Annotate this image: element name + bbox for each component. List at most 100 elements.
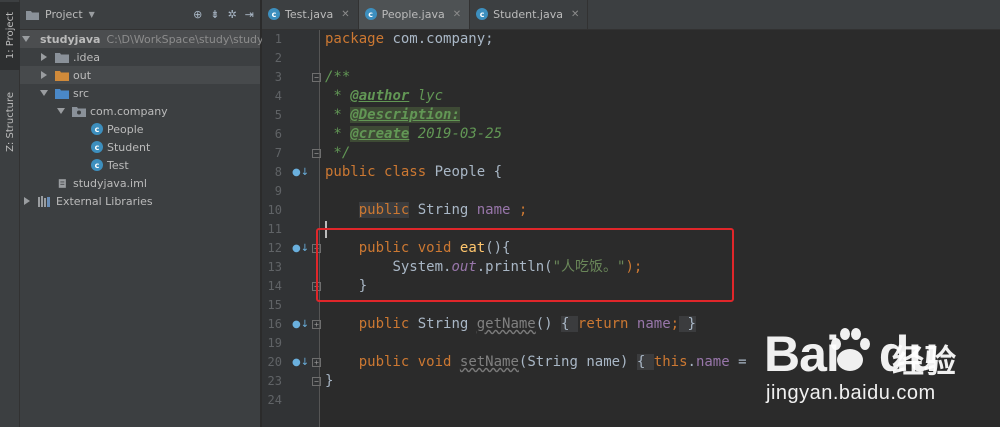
project-panel: Project ▼ ⊕ ⇟ ✲ ⇥ studyjava C:\D\WorkSpa… bbox=[20, 0, 264, 427]
tab-label: Student.java bbox=[493, 7, 563, 21]
line-number: 2 bbox=[274, 51, 282, 65]
tree-item-label: People bbox=[107, 122, 144, 136]
fold-marker-icon[interactable]: + bbox=[312, 358, 321, 367]
comment-text: * bbox=[325, 88, 351, 104]
tree-item-label: Student bbox=[107, 140, 151, 154]
expand-arrow-icon[interactable] bbox=[22, 34, 30, 44]
override-marker-icon[interactable]: ●↓ bbox=[292, 239, 309, 258]
tree-item-label: .idea bbox=[73, 50, 101, 64]
tab-label: Test.java bbox=[285, 7, 334, 21]
project-view-dropdown-icon[interactable]: ▼ bbox=[89, 10, 95, 19]
fold-marker-icon[interactable]: + bbox=[312, 320, 321, 329]
keyword: return bbox=[577, 316, 629, 332]
code-line-4: * @author lyc bbox=[325, 87, 443, 106]
tab-test-java[interactable]: c Test.java ✕ bbox=[262, 0, 359, 29]
tree-item-src[interactable]: src bbox=[20, 84, 260, 102]
watermark-jingyan: 经验 bbox=[892, 342, 957, 380]
close-icon[interactable]: ✕ bbox=[341, 9, 349, 20]
project-tool-tab-label: 1: Project bbox=[4, 12, 16, 60]
tree-item-out[interactable]: out bbox=[20, 66, 260, 84]
collapse-icon[interactable]: ⇟ bbox=[210, 9, 219, 21]
close-icon[interactable]: ✕ bbox=[453, 9, 461, 20]
type-name: String bbox=[409, 316, 477, 332]
tree-item-studyjava[interactable]: studyjava C:\D\WorkSpace\study\study bbox=[20, 30, 264, 48]
tool-window-strip: 1: Project Z: Structure bbox=[0, 0, 20, 427]
structure-tool-tab[interactable]: Z: Structure bbox=[0, 86, 20, 158]
code-line-10: public String name ; bbox=[325, 201, 527, 220]
tree-item-student[interactable]: c Student bbox=[20, 138, 260, 156]
tab-people-java[interactable]: c People.java ✕ bbox=[358, 0, 471, 29]
fold-marker-icon[interactable]: − bbox=[312, 377, 321, 386]
code-text: com.company; bbox=[384, 31, 494, 47]
override-marker-icon[interactable]: ●↓ bbox=[292, 315, 309, 334]
tab-label: People.java bbox=[381, 7, 445, 21]
project-panel-header: Project ▼ ⊕ ⇟ ✲ ⇥ bbox=[20, 0, 260, 30]
tree-item-com-company[interactable]: com.company bbox=[20, 102, 260, 120]
code-line-7: */ bbox=[325, 144, 350, 163]
tree-item-external-libraries[interactable]: External Libraries bbox=[20, 192, 260, 210]
settings-icon[interactable]: ✲ bbox=[228, 9, 237, 21]
line-number: 13 bbox=[267, 260, 282, 274]
comment-text: */ bbox=[325, 145, 351, 161]
class-name: People { bbox=[426, 164, 503, 180]
close-icon[interactable]: ✕ bbox=[571, 9, 579, 20]
code-line-3: /** bbox=[325, 68, 350, 87]
fold-marker-icon[interactable]: − bbox=[312, 73, 321, 82]
iml-file-icon bbox=[58, 178, 66, 188]
tree-item-people[interactable]: c People bbox=[20, 120, 260, 138]
baidu-jingyan-watermark: Bai du 经验 jingyan.baidu.com bbox=[762, 318, 994, 414]
override-marker-icon[interactable]: ●↓ bbox=[292, 163, 309, 182]
line-number: 9 bbox=[274, 184, 282, 198]
code-text: ; bbox=[670, 316, 680, 332]
tree-item-label: Test bbox=[107, 158, 129, 172]
class-icon: c bbox=[91, 141, 103, 153]
tab-student-java[interactable]: c Student.java ✕ bbox=[470, 0, 589, 29]
line-number: 24 bbox=[267, 393, 282, 407]
class-icon: c bbox=[364, 8, 377, 20]
folded-brace[interactable]: { bbox=[561, 316, 578, 332]
hide-icon[interactable]: ⇥ bbox=[245, 9, 254, 21]
line-number: 15 bbox=[267, 298, 282, 312]
tree-item-label: External Libraries bbox=[56, 194, 153, 208]
line-number: 7 bbox=[274, 146, 282, 160]
folded-brace[interactable]: } bbox=[679, 316, 696, 332]
line-number: 12 bbox=[267, 241, 282, 255]
project-tool-tab[interactable]: 1: Project bbox=[0, 2, 20, 70]
watermark-url: jingyan.baidu.com bbox=[766, 382, 936, 404]
type-name: String bbox=[409, 202, 477, 218]
keyword: public bbox=[358, 316, 410, 332]
keyword: package bbox=[325, 31, 385, 47]
line-number: 11 bbox=[267, 222, 282, 236]
comment-text: * bbox=[325, 126, 351, 142]
line-number: 1 bbox=[274, 32, 282, 46]
tree-item-label: studyjava bbox=[40, 32, 101, 46]
field-name: name bbox=[476, 202, 511, 218]
class-icon: c bbox=[91, 159, 103, 171]
package-icon bbox=[72, 106, 86, 117]
tree-item-studyjava-iml[interactable]: studyjava.iml bbox=[20, 174, 260, 192]
comment-text: /** bbox=[325, 69, 351, 85]
project-folder-icon bbox=[26, 10, 39, 20]
class-icon: c bbox=[91, 123, 103, 135]
tree-item-test[interactable]: c Test bbox=[20, 156, 260, 174]
expand-arrow-icon[interactable] bbox=[22, 196, 32, 206]
code-text: } bbox=[325, 373, 334, 389]
expand-arrow-icon[interactable] bbox=[39, 88, 49, 98]
expand-arrow-icon[interactable] bbox=[56, 106, 66, 116]
folder-icon bbox=[55, 52, 69, 63]
field-name: name bbox=[628, 316, 671, 332]
fold-marker-icon[interactable]: − bbox=[312, 149, 321, 158]
globe-icon[interactable]: ⊕ bbox=[193, 9, 202, 21]
override-marker-icon[interactable]: ●↓ bbox=[292, 353, 309, 372]
tree-item-label: out bbox=[73, 68, 92, 82]
tree-item-idea[interactable]: .idea bbox=[20, 48, 260, 66]
javadoc-tag: @author bbox=[350, 88, 410, 104]
expand-arrow-icon[interactable] bbox=[39, 52, 49, 62]
method-name: getName bbox=[476, 316, 536, 332]
libraries-icon bbox=[38, 195, 50, 207]
code-line-6: * @create 2019-03-25 bbox=[325, 125, 502, 144]
source-folder-icon bbox=[55, 88, 69, 99]
keyword: public bbox=[358, 202, 410, 218]
folded-brace[interactable]: { bbox=[636, 354, 654, 370]
expand-arrow-icon[interactable] bbox=[39, 70, 49, 80]
